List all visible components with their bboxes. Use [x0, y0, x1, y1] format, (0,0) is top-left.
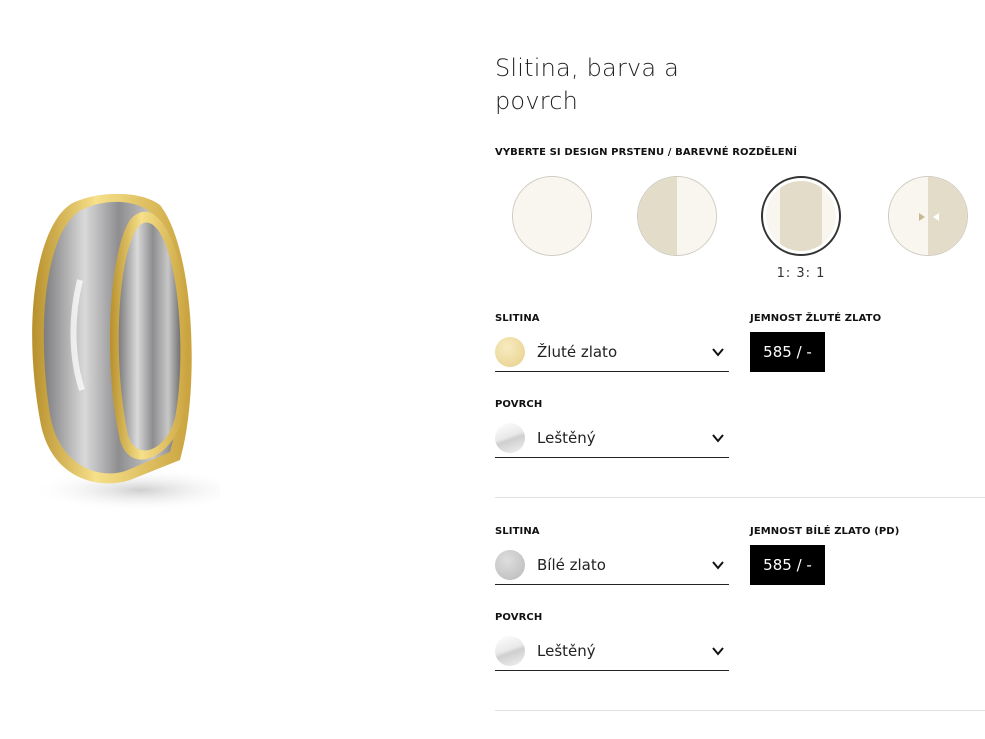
- alloy-select-2[interactable]: Bílé zlato: [495, 546, 729, 585]
- alloy-label-2: SLITINA: [495, 526, 540, 537]
- chevron-down-icon: [712, 561, 724, 570]
- surface-label-2: POVRCH: [495, 612, 543, 623]
- section-title: Slitina, barva a povrch: [495, 54, 680, 115]
- chevron-down-icon: [712, 434, 724, 443]
- fineness-button-2[interactable]: 585 / -: [750, 545, 825, 585]
- surface-select-2[interactable]: Leštěný: [495, 632, 729, 671]
- design-ratio-label: 1: 3: 1: [776, 266, 826, 281]
- surface-label-1: POVRCH: [495, 399, 543, 410]
- design-option-custom-split[interactable]: [888, 176, 968, 256]
- fineness-label-2: JEMNOST BÍLÉ ZLATO (PD): [750, 526, 900, 537]
- section-divider: [495, 710, 985, 711]
- polished-swatch: [495, 636, 525, 666]
- fineness-label-1: JEMNOST ŽLUTÉ ZLATO: [750, 313, 882, 324]
- design-three-part-swatch: [766, 181, 836, 251]
- polished-swatch: [495, 423, 525, 453]
- design-options: 1: 3: 1: [495, 176, 985, 286]
- section-divider: [495, 497, 985, 498]
- chevron-down-icon: [712, 647, 724, 656]
- alloy-select-1[interactable]: Žluté zlato: [495, 333, 729, 372]
- surface-value-1: Leštěný: [537, 429, 596, 447]
- alloy-value-1: Žluté zlato: [537, 343, 618, 361]
- design-solid-swatch: [513, 177, 591, 255]
- design-option-solid[interactable]: [512, 176, 592, 256]
- design-heading: VYBERTE SI DESIGN PRSTENU / BAREVNÉ ROZD…: [495, 147, 798, 158]
- design-half-swatch: [638, 177, 716, 255]
- alloy-value-2: Bílé zlato: [537, 556, 606, 574]
- design-option-half[interactable]: [637, 176, 717, 256]
- split-arrows-icon: [919, 213, 939, 221]
- surface-value-2: Leštěný: [537, 642, 596, 660]
- yellow-gold-swatch: [495, 337, 525, 367]
- fineness-button-1[interactable]: 585 / -: [750, 332, 825, 372]
- white-gold-swatch: [495, 550, 525, 580]
- chevron-down-icon: [712, 348, 724, 357]
- configuration-panel: Slitina, barva a povrch VYBERTE SI DESIG…: [495, 0, 985, 739]
- ring-illustration: [30, 193, 220, 510]
- alloy-label-1: SLITINA: [495, 313, 540, 324]
- surface-select-1[interactable]: Leštěný: [495, 419, 729, 458]
- design-option-three-part[interactable]: [761, 176, 841, 256]
- product-image: [0, 0, 470, 739]
